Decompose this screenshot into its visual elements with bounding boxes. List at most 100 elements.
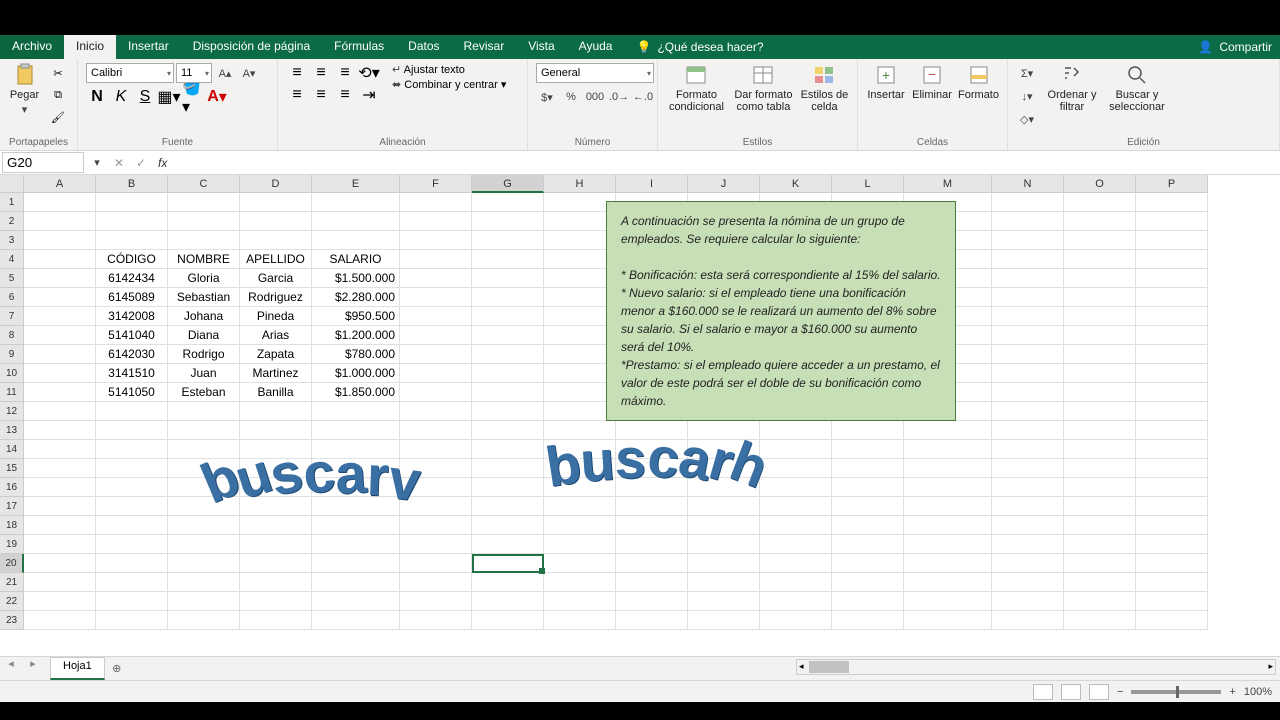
cell-M16[interactable] <box>904 478 992 497</box>
cell-M20[interactable] <box>904 554 992 573</box>
cell-M15[interactable] <box>904 459 992 478</box>
cell-O13[interactable] <box>1064 421 1136 440</box>
cell-L18[interactable] <box>832 516 904 535</box>
font-name-select[interactable]: Calibri <box>86 63 174 83</box>
sheet-tab[interactable]: Hoja1 <box>50 657 105 680</box>
cell-F20[interactable] <box>400 554 472 573</box>
cell-D18[interactable] <box>240 516 312 535</box>
col-header-M[interactable]: M <box>904 175 992 193</box>
cell-P11[interactable] <box>1136 383 1208 402</box>
cell-F4[interactable] <box>400 250 472 269</box>
col-header-F[interactable]: F <box>400 175 472 193</box>
zoom-slider[interactable] <box>1131 690 1221 694</box>
cell-D5[interactable]: Garcia <box>240 269 312 288</box>
cell-B12[interactable] <box>96 402 168 421</box>
col-header-G[interactable]: G <box>472 175 544 193</box>
cell-E21[interactable] <box>312 573 400 592</box>
formula-input[interactable] <box>173 154 1280 172</box>
cell-A14[interactable] <box>24 440 96 459</box>
row-header-21[interactable]: 21 <box>0 573 24 592</box>
cell-P13[interactable] <box>1136 421 1208 440</box>
cell-M23[interactable] <box>904 611 992 630</box>
cell-O14[interactable] <box>1064 440 1136 459</box>
ribbon-tab-inicio[interactable]: Inicio <box>64 35 116 59</box>
cell-O23[interactable] <box>1064 611 1136 630</box>
cell-C18[interactable] <box>168 516 240 535</box>
cell-E5[interactable]: $1.500.000 <box>312 269 400 288</box>
cell-F12[interactable] <box>400 402 472 421</box>
orientation-icon[interactable]: ⟲▾ <box>358 63 380 83</box>
cell-C20[interactable] <box>168 554 240 573</box>
row-header-12[interactable]: 12 <box>0 402 24 421</box>
row-headers[interactable]: 1234567891011121314151617181920212223 <box>0 193 24 630</box>
cell-O8[interactable] <box>1064 326 1136 345</box>
cell-F3[interactable] <box>400 231 472 250</box>
cell-M22[interactable] <box>904 592 992 611</box>
cell-N20[interactable] <box>992 554 1064 573</box>
cell-G6[interactable] <box>472 288 544 307</box>
cell-E10[interactable]: $1.000.000 <box>312 364 400 383</box>
cell-B9[interactable]: 6142030 <box>96 345 168 364</box>
cell-B15[interactable] <box>96 459 168 478</box>
cell-I18[interactable] <box>616 516 688 535</box>
cell-B8[interactable]: 5141040 <box>96 326 168 345</box>
cell-G19[interactable] <box>472 535 544 554</box>
align-left-icon[interactable]: ≡ <box>286 85 308 105</box>
cell-L14[interactable] <box>832 440 904 459</box>
cell-E8[interactable]: $1.200.000 <box>312 326 400 345</box>
cell-J23[interactable] <box>688 611 760 630</box>
cell-B14[interactable] <box>96 440 168 459</box>
cell-E18[interactable] <box>312 516 400 535</box>
cell-F6[interactable] <box>400 288 472 307</box>
copy-icon[interactable]: ⧉ <box>47 85 69 105</box>
cell-N10[interactable] <box>992 364 1064 383</box>
cell-N12[interactable] <box>992 402 1064 421</box>
cell-D6[interactable]: Rodriguez <box>240 288 312 307</box>
cell-L21[interactable] <box>832 573 904 592</box>
cell-A7[interactable] <box>24 307 96 326</box>
cell-O1[interactable] <box>1064 193 1136 212</box>
cell-K16[interactable] <box>760 478 832 497</box>
cell-P20[interactable] <box>1136 554 1208 573</box>
cell-O7[interactable] <box>1064 307 1136 326</box>
cell-B18[interactable] <box>96 516 168 535</box>
thousands-icon[interactable]: 000 <box>584 87 606 107</box>
col-header-B[interactable]: B <box>96 175 168 193</box>
cell-N18[interactable] <box>992 516 1064 535</box>
ribbon-tab-insertar[interactable]: Insertar <box>116 35 181 59</box>
cell-F11[interactable] <box>400 383 472 402</box>
cell-N3[interactable] <box>992 231 1064 250</box>
cell-P10[interactable] <box>1136 364 1208 383</box>
cell-G21[interactable] <box>472 573 544 592</box>
cell-P6[interactable] <box>1136 288 1208 307</box>
format-button[interactable]: Formato <box>958 63 999 101</box>
cell-G16[interactable] <box>472 478 544 497</box>
cell-G8[interactable] <box>472 326 544 345</box>
next-sheet-icon[interactable]: ▸ <box>22 657 44 680</box>
font-color-icon[interactable]: A▾ <box>206 87 228 107</box>
bold-button[interactable]: N <box>86 87 108 107</box>
cell-D1[interactable] <box>240 193 312 212</box>
row-header-17[interactable]: 17 <box>0 497 24 516</box>
cell-O9[interactable] <box>1064 345 1136 364</box>
cell-C10[interactable]: Juan <box>168 364 240 383</box>
cell-O17[interactable] <box>1064 497 1136 516</box>
cell-A13[interactable] <box>24 421 96 440</box>
cell-J19[interactable] <box>688 535 760 554</box>
autosum-icon[interactable]: Σ▾ <box>1016 63 1038 83</box>
fill-icon[interactable]: ↓▾ <box>1016 86 1038 106</box>
cell-B16[interactable] <box>96 478 168 497</box>
ribbon-tab-disposición-de-página[interactable]: Disposición de página <box>181 35 322 59</box>
cell-A3[interactable] <box>24 231 96 250</box>
cell-P4[interactable] <box>1136 250 1208 269</box>
instructions-callout[interactable]: A continuación se presenta la nómina de … <box>606 201 956 421</box>
ribbon-tab-datos[interactable]: Datos <box>396 35 451 59</box>
cell-G7[interactable] <box>472 307 544 326</box>
format-painter-icon[interactable]: 🖌 <box>47 107 69 127</box>
cell-P7[interactable] <box>1136 307 1208 326</box>
cell-A19[interactable] <box>24 535 96 554</box>
cell-D20[interactable] <box>240 554 312 573</box>
cell-G20[interactable] <box>472 554 544 573</box>
cell-D11[interactable]: Banilla <box>240 383 312 402</box>
insert-button[interactable]: +Insertar <box>866 63 906 101</box>
